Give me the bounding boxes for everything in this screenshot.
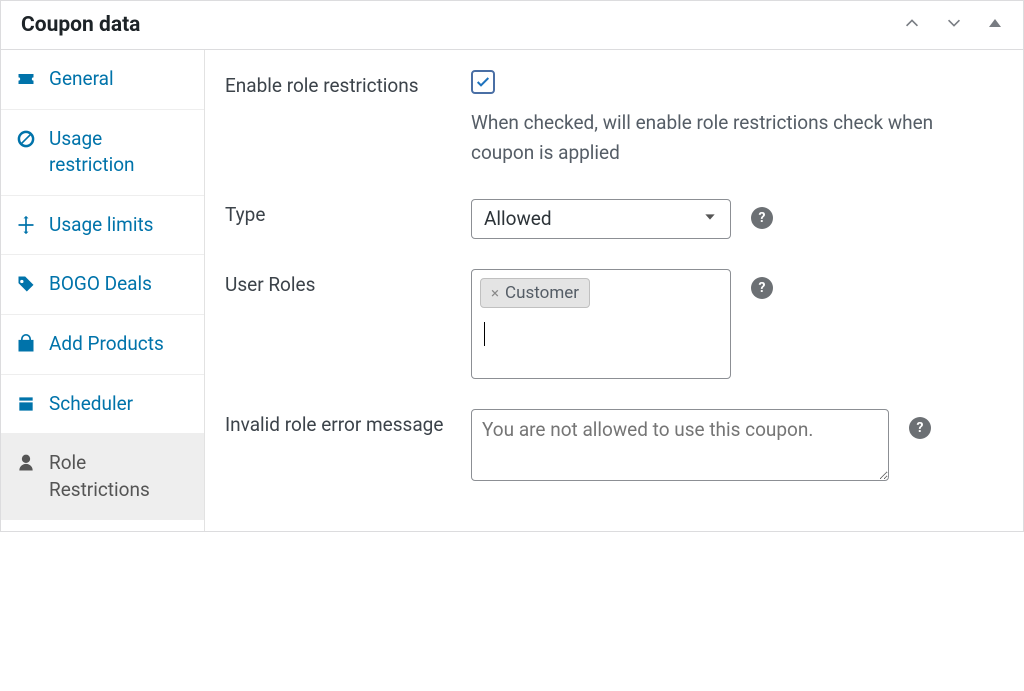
sidebar-item-usage-limits[interactable]: Usage limits <box>1 196 204 256</box>
enable-role-help-text: When checked, will enable role restricti… <box>471 108 949 169</box>
shopping-bag-icon <box>15 333 37 355</box>
move-up-icon[interactable] <box>903 14 921 37</box>
enable-role-checkbox[interactable] <box>471 70 495 94</box>
text-cursor <box>484 322 485 346</box>
toggle-panel-icon[interactable] <box>987 15 1003 36</box>
type-label: Type <box>225 199 471 226</box>
sidebar-item-usage-restriction[interactable]: Usage restriction <box>1 110 204 196</box>
sidebar-item-general[interactable]: General <box>1 50 204 110</box>
sidebar-item-label: Role Restrictions <box>49 450 190 503</box>
calendar-icon <box>15 393 37 415</box>
move-down-icon[interactable] <box>945 14 963 37</box>
user-role-tag[interactable]: × Customer <box>480 278 590 308</box>
type-select-value: Allowed <box>484 207 552 230</box>
limits-icon <box>15 214 37 236</box>
sidebar-item-label: General <box>49 66 114 93</box>
user-roles-label: User Roles <box>225 269 471 296</box>
error-message-label: Invalid role error message <box>225 409 471 436</box>
sidebar-item-scheduler[interactable]: Scheduler <box>1 375 204 435</box>
error-help-icon[interactable]: ? <box>909 417 931 439</box>
sidebar-item-label: BOGO Deals <box>49 271 152 298</box>
sidebar-item-add-products[interactable]: Add Products <box>1 315 204 375</box>
ticket-icon <box>15 68 37 90</box>
type-select[interactable]: Allowed <box>471 199 731 239</box>
coupon-data-header: Coupon data <box>1 1 1023 50</box>
ban-icon <box>15 128 37 150</box>
sidebar-item-label: Usage limits <box>49 212 153 239</box>
tags-icon <box>15 273 37 295</box>
user-roles-multiselect[interactable]: × Customer <box>471 269 731 379</box>
chevron-down-icon <box>702 207 718 230</box>
sidebar-item-role-restrictions[interactable]: Role Restrictions <box>1 434 204 520</box>
roles-help-icon[interactable]: ? <box>751 277 773 299</box>
sidebar-item-label: Usage restriction <box>49 126 190 179</box>
panel-title: Coupon data <box>21 13 140 37</box>
error-message-textarea[interactable] <box>471 409 889 481</box>
user-icon <box>15 452 37 474</box>
sidebar-item-label: Scheduler <box>49 391 133 418</box>
role-restrictions-panel: Enable role restrictions When checked, w… <box>205 50 1023 531</box>
remove-tag-icon[interactable]: × <box>491 284 499 302</box>
tag-label: Customer <box>505 283 579 303</box>
coupon-tabs-sidebar: General Usage restriction Usage limits B… <box>1 50 205 531</box>
enable-role-label: Enable role restrictions <box>225 70 471 97</box>
sidebar-item-label: Add Products <box>49 331 164 358</box>
sidebar-item-bogo-deals[interactable]: BOGO Deals <box>1 255 204 315</box>
type-help-icon[interactable]: ? <box>751 207 773 229</box>
